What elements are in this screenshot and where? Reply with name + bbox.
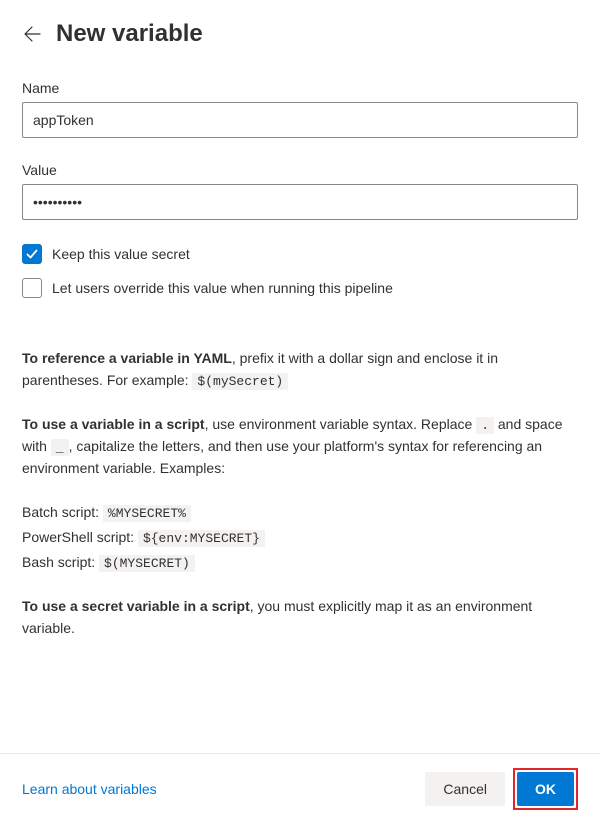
value-input[interactable]	[22, 184, 578, 220]
help-yaml: To reference a variable in YAML, prefix …	[22, 348, 578, 392]
value-label: Value	[22, 162, 578, 178]
override-checkbox-row: Let users override this value when runni…	[22, 278, 578, 298]
help-script-dot: .	[476, 417, 494, 434]
panel-content: New variable Name Value Keep this value …	[0, 0, 600, 753]
help-script: To use a variable in a script, use envir…	[22, 414, 578, 480]
help-script-underscore: _	[51, 439, 69, 456]
powershell-code: ${env:MYSECRET}	[138, 530, 265, 547]
page-title: New variable	[56, 20, 203, 48]
example-batch: Batch script: %MYSECRET%	[22, 502, 578, 524]
batch-code: %MYSECRET%	[103, 505, 191, 522]
powershell-label: PowerShell script:	[22, 529, 138, 545]
help-section: To reference a variable in YAML, prefix …	[22, 348, 578, 640]
panel-footer: Learn about variables Cancel OK	[0, 753, 600, 824]
help-script-p3: , capitalize the letters, and then use y…	[22, 438, 542, 476]
override-checkbox[interactable]	[22, 278, 42, 298]
help-secret-note: To use a secret variable in a script, yo…	[22, 596, 578, 639]
back-arrow-icon[interactable]	[22, 24, 42, 44]
bash-label: Bash script:	[22, 554, 99, 570]
batch-label: Batch script:	[22, 504, 103, 520]
value-field-group: Value	[22, 162, 578, 220]
secret-note-bold: To use a secret variable in a script	[22, 598, 250, 614]
ok-button[interactable]: OK	[517, 772, 574, 806]
override-checkbox-label: Let users override this value when runni…	[52, 280, 393, 296]
help-yaml-bold: To reference a variable in YAML	[22, 350, 232, 366]
learn-about-variables-link[interactable]: Learn about variables	[22, 781, 157, 797]
bash-code: $(MYSECRET)	[99, 555, 195, 572]
panel-header: New variable	[22, 20, 578, 48]
ok-highlight: OK	[513, 768, 578, 810]
footer-actions: Cancel OK	[425, 768, 578, 810]
help-script-p1: , use environment variable syntax. Repla…	[205, 416, 477, 432]
name-field-group: Name	[22, 80, 578, 138]
help-yaml-code: $(mySecret)	[192, 373, 288, 390]
name-input[interactable]	[22, 102, 578, 138]
secret-checkbox-row: Keep this value secret	[22, 244, 578, 264]
example-powershell: PowerShell script: ${env:MYSECRET}	[22, 527, 578, 549]
secret-checkbox-label: Keep this value secret	[52, 246, 190, 262]
help-examples: Batch script: %MYSECRET% PowerShell scri…	[22, 502, 578, 574]
cancel-button[interactable]: Cancel	[425, 772, 505, 806]
example-bash: Bash script: $(MYSECRET)	[22, 552, 578, 574]
name-label: Name	[22, 80, 578, 96]
help-script-bold: To use a variable in a script	[22, 416, 205, 432]
secret-checkbox[interactable]	[22, 244, 42, 264]
